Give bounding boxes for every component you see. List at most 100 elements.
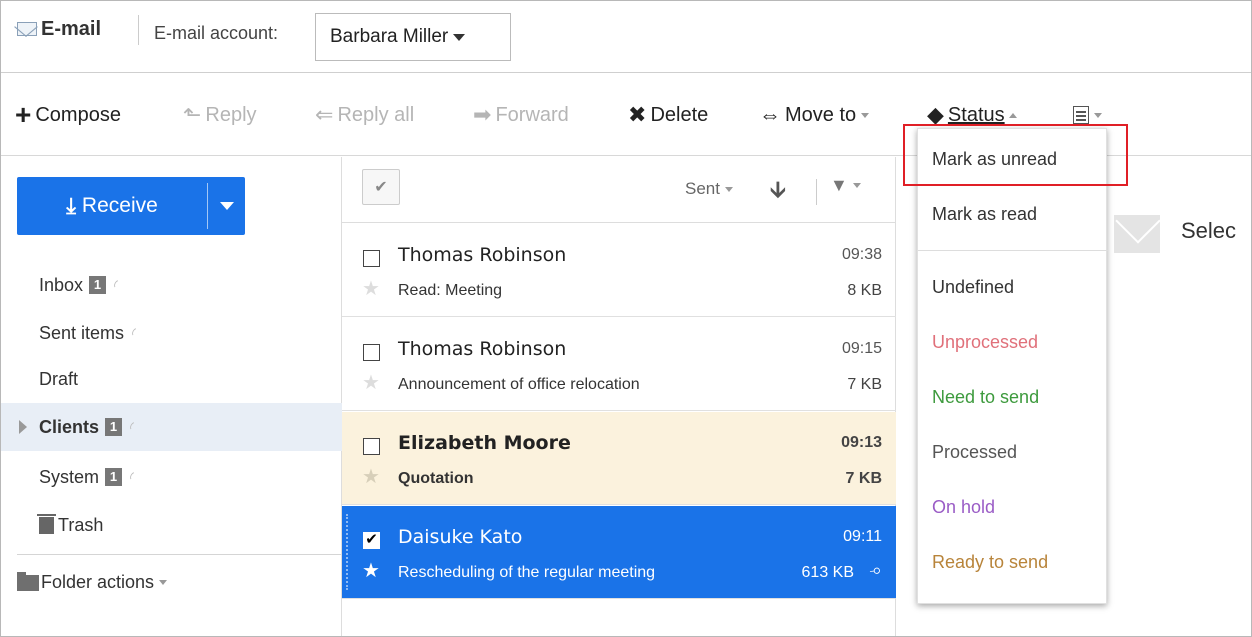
- chevron-down-icon: [219, 202, 234, 210]
- attachment-icon: ⌕: [866, 559, 888, 582]
- folder-icon: [17, 571, 39, 591]
- message-time: 09:38: [841, 246, 882, 263]
- compose-label: Compose: [35, 103, 121, 126]
- folder-item-clients[interactable]: Clients 1 ◜: [1, 403, 342, 451]
- menu-item-need-to-send[interactable]: Need to send: [918, 374, 1108, 420]
- message-row-selected[interactable]: ✔ Daisuke Kato 09:11 ★ Rescheduling of t…: [342, 506, 896, 599]
- star-icon[interactable]: ★: [362, 464, 380, 489]
- message-sender: Thomas Robinson: [398, 244, 567, 266]
- folder-label: Sent items: [39, 322, 125, 343]
- reply-all-button[interactable]: ⇐ Reply all: [315, 100, 414, 130]
- message-row-unread[interactable]: Elizabeth Moore 09:13 ★ Quotation 7 KB: [342, 412, 896, 505]
- message-size: 613 KB: [801, 564, 854, 581]
- move-to-label: Move to: [785, 103, 857, 126]
- chevron-down-icon: [453, 33, 466, 41]
- folder-item-system[interactable]: System 1 ◜: [1, 453, 342, 501]
- plus-icon: +: [15, 99, 32, 130]
- unread-badge: 1: [89, 276, 107, 294]
- folder-actions-label: Folder actions: [41, 572, 155, 592]
- drag-handle[interactable]: [346, 514, 348, 590]
- reply-all-label: Reply all: [337, 103, 415, 126]
- message-list-header: ✔ Sent 🡫 ▼: [342, 157, 896, 223]
- sidebar-divider: [17, 554, 341, 555]
- trash-icon: [37, 513, 56, 534]
- unread-badge: 1: [105, 468, 123, 486]
- message-time: 09:15: [841, 340, 882, 357]
- message-sender: Elizabeth Moore: [398, 432, 571, 454]
- message-sender: Daisuke Kato: [398, 526, 523, 548]
- select-all-checkbox[interactable]: ✔: [362, 169, 400, 205]
- download-icon: ⤓: [66, 193, 76, 218]
- account-label: E-mail account:: [154, 23, 279, 43]
- reply-label: Reply: [205, 103, 257, 126]
- tag-icon: ◆: [927, 102, 944, 127]
- filter-icon: ▼: [830, 175, 848, 195]
- star-icon[interactable]: ★: [362, 276, 380, 301]
- message-checkbox[interactable]: [363, 250, 380, 267]
- message-row[interactable]: Thomas Robinson 09:15 ★ Announcement of …: [342, 318, 896, 411]
- folder-label: Trash: [58, 514, 104, 535]
- message-size: 7 KB: [847, 376, 882, 393]
- app-title-label: E-mail: [41, 17, 102, 40]
- feed-icon: ◜: [127, 468, 138, 485]
- chevron-down-icon: [852, 183, 861, 188]
- feed-icon: ◜: [111, 276, 122, 293]
- unread-badge: 1: [105, 418, 123, 436]
- message-time: 09:13: [841, 434, 882, 451]
- receive-label: Receive: [81, 194, 158, 217]
- sort-direction-icon[interactable]: 🡫: [770, 173, 786, 211]
- menu-item-processed[interactable]: Processed: [918, 429, 1108, 475]
- message-subject: Announcement of office relocation: [398, 376, 640, 393]
- message-size: 8 KB: [847, 282, 882, 299]
- app-header: E-mail E-mail account: Barbara Miller: [1, 1, 1251, 73]
- message-checkbox[interactable]: [363, 438, 380, 455]
- sort-dropdown[interactable]: Sent: [685, 179, 733, 199]
- star-icon[interactable]: ★: [362, 558, 380, 583]
- menu-item-on-hold[interactable]: On hold: [918, 484, 1108, 530]
- folder-label: Clients: [39, 416, 100, 437]
- message-subject: Rescheduling of the regular meeting: [398, 564, 656, 581]
- folder-label: Draft: [39, 368, 79, 389]
- menu-item-unprocessed[interactable]: Unprocessed: [918, 319, 1108, 365]
- reply-button[interactable]: ⬑ Reply: [183, 100, 257, 130]
- menu-item-mark-read[interactable]: Mark as read: [918, 191, 1108, 237]
- filter-button[interactable]: ▼: [830, 175, 861, 196]
- reply-all-icon: ⇐: [315, 102, 334, 127]
- forward-label: Forward: [495, 103, 569, 126]
- folder-item-sent[interactable]: Sent items ◜: [1, 309, 342, 357]
- star-icon[interactable]: ★: [362, 370, 380, 395]
- message-row[interactable]: Thomas Robinson 09:38 ★ Read: Meeting 8 …: [342, 224, 896, 317]
- status-menu: Mark as unread Mark as read Undefined Un…: [917, 128, 1108, 604]
- delete-label: Delete: [650, 103, 709, 126]
- folder-label: Inbox: [39, 274, 84, 295]
- list-icon: [1073, 106, 1089, 124]
- forward-button[interactable]: ➡ Forward: [473, 100, 569, 130]
- header-divider: [816, 179, 817, 205]
- menu-item-ready-to-send[interactable]: Ready to send: [918, 539, 1108, 585]
- account-select[interactable]: Barbara Miller: [315, 13, 511, 61]
- chevron-down-icon: [724, 186, 733, 192]
- folder-actions-button[interactable]: Folder actions: [17, 571, 168, 593]
- preview-placeholder: Selec: [1181, 218, 1237, 243]
- account-select-value: Barbara Miller: [330, 26, 449, 47]
- folder-item-inbox[interactable]: Inbox 1 ◜: [1, 261, 342, 309]
- folder-sidebar: ⤓ Receive Inbox 1 ◜ Sent items ◜ Draft C…: [1, 157, 342, 636]
- menu-item-undefined[interactable]: Undefined: [918, 264, 1108, 310]
- folder-item-draft[interactable]: Draft: [1, 355, 342, 403]
- receive-dropdown-button[interactable]: [208, 177, 245, 235]
- delete-button[interactable]: ✖ Delete: [628, 100, 708, 130]
- receive-button[interactable]: ⤓ Receive: [17, 177, 207, 235]
- move-to-button[interactable]: ⇔ Move to: [759, 100, 870, 130]
- message-checkbox-checked[interactable]: ✔: [363, 532, 380, 549]
- app-title: E-mail: [17, 15, 101, 43]
- expand-triangle-icon[interactable]: [19, 420, 27, 434]
- close-icon: ✖: [628, 102, 647, 127]
- check-icon: ✔: [374, 179, 388, 196]
- header-divider: [138, 15, 139, 45]
- message-size: 7 KB: [845, 470, 882, 487]
- feed-icon: ◜: [127, 418, 138, 435]
- folder-item-trash[interactable]: Trash: [1, 501, 342, 549]
- compose-button[interactable]: + Compose: [15, 99, 121, 130]
- message-subject: Read: Meeting: [398, 282, 503, 299]
- message-checkbox[interactable]: [363, 344, 380, 361]
